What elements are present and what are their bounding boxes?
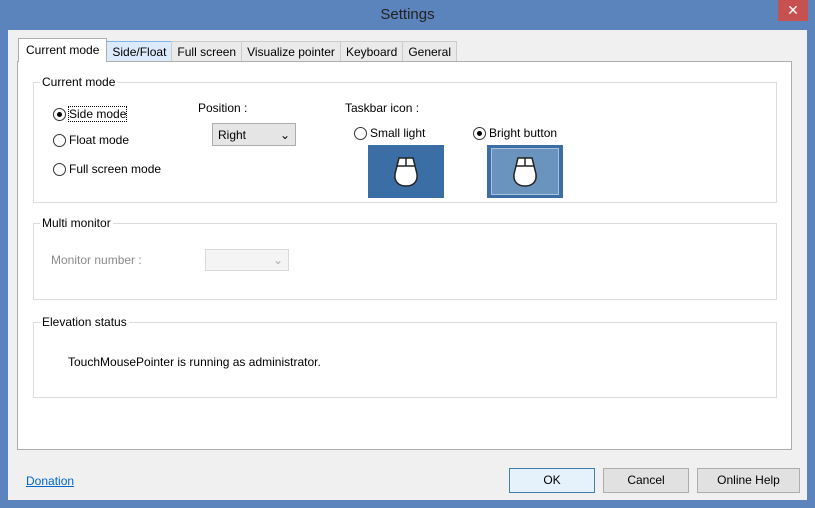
radio-full-screen-mode[interactable]: Full screen mode: [53, 162, 161, 176]
multi-monitor-label: Multi monitor: [40, 216, 113, 230]
radio-label: Float mode: [69, 133, 130, 147]
tab-side-float[interactable]: Side/Float: [106, 41, 173, 62]
chevron-down-icon: ⌄: [272, 253, 283, 267]
tab-bar: Current mode Side/Float Full screen Visu…: [18, 38, 458, 62]
position-select[interactable]: Right ⌄: [212, 123, 296, 146]
tab-keyboard[interactable]: Keyboard: [339, 41, 404, 62]
cancel-button[interactable]: Cancel: [603, 468, 689, 493]
radio-label: Full screen mode: [69, 162, 162, 176]
bright-button-preview: [487, 145, 563, 198]
radio-icon: [53, 107, 66, 121]
radio-label: Bright button: [489, 126, 558, 140]
radio-bright-button[interactable]: Bright button: [473, 126, 557, 140]
radio-icon: [53, 133, 66, 147]
tab-full-screen[interactable]: Full screen: [171, 41, 243, 62]
window-title: Settings: [380, 6, 435, 23]
multi-monitor-group: [33, 223, 777, 300]
monitor-number-select[interactable]: ⌄: [205, 249, 289, 271]
radio-side-mode[interactable]: Side mode: [53, 106, 128, 122]
monitor-number-label: Monitor number :: [51, 253, 142, 267]
tab-current-mode[interactable]: Current mode: [18, 38, 108, 62]
elevation-label: Elevation status: [40, 315, 129, 329]
tab-visualize-pointer[interactable]: Visualize pointer: [241, 41, 341, 62]
tab-page: Current mode Side mode Float mode Full s…: [17, 61, 792, 450]
radio-icon: [354, 126, 367, 140]
ok-button[interactable]: OK: [509, 468, 595, 493]
radio-label: Small light: [370, 126, 426, 140]
chevron-down-icon: ⌄: [279, 127, 290, 142]
taskbar-icon-label: Taskbar icon :: [345, 101, 420, 115]
small-light-preview: [368, 145, 444, 198]
radio-icon: [53, 162, 66, 176]
mouse-icon: [394, 156, 418, 187]
donation-link[interactable]: Donation: [26, 474, 74, 488]
position-value: Right: [218, 127, 247, 142]
position-label: Position :: [198, 101, 248, 115]
radio-float-mode[interactable]: Float mode: [53, 133, 129, 147]
tab-general[interactable]: General: [402, 41, 458, 62]
radio-label: Side mode: [67, 106, 128, 122]
radio-icon: [473, 126, 486, 140]
close-icon: ✕: [787, 2, 799, 18]
radio-small-light[interactable]: Small light: [354, 126, 425, 140]
mouse-icon: [513, 156, 537, 187]
current-mode-label: Current mode: [40, 75, 118, 89]
close-button[interactable]: ✕: [778, 0, 808, 21]
elevation-status-text: TouchMousePointer is running as administ…: [68, 355, 321, 369]
online-help-button[interactable]: Online Help: [697, 468, 800, 493]
